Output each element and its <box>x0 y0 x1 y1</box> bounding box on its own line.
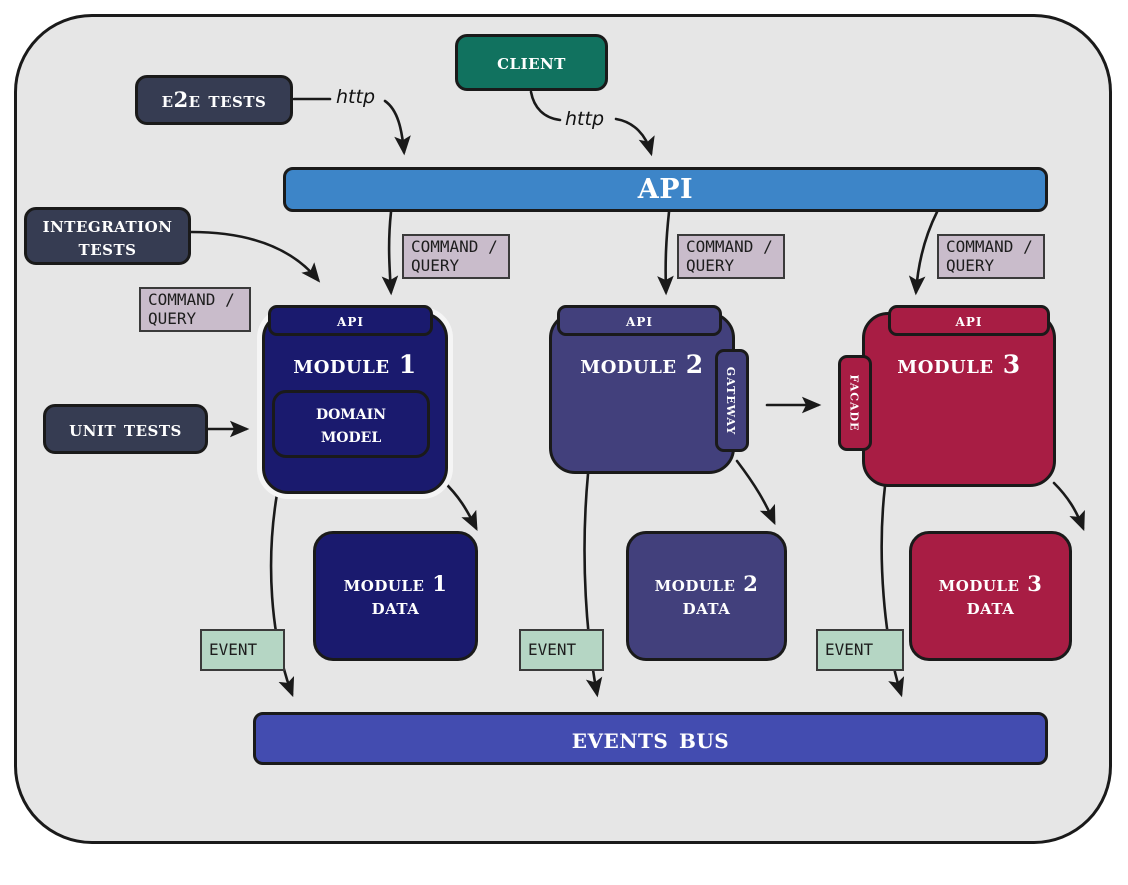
event-label: EVENT <box>825 639 874 659</box>
module-2-data-line1: Module 2 <box>654 571 759 597</box>
http-label-left: http <box>336 86 376 108</box>
unit-tests-label: Unit tests <box>69 415 182 441</box>
module-3[interactable]: Module 3 <box>862 312 1056 487</box>
command-query-line2: QUERY <box>148 308 197 328</box>
module-2-api[interactable]: API <box>557 305 722 336</box>
module-3-data-store[interactable]: Module 3 Data <box>909 531 1072 661</box>
event-label: EVENT <box>528 639 577 659</box>
event-label: EVENT <box>209 639 258 659</box>
event-tag-module1: EVENT <box>200 629 285 671</box>
e2e-tests-label: E2E Tests <box>161 86 267 112</box>
module-3-data-line1: Module 3 <box>938 571 1043 597</box>
command-query-line1: COMMAND / <box>946 236 1033 256</box>
command-query-line1: COMMAND / <box>411 236 498 256</box>
integration-tests-label: Integration tests <box>42 211 173 260</box>
unit-tests-box[interactable]: Unit tests <box>43 404 208 454</box>
module-2-gateway-port[interactable]: Gateway <box>715 349 749 452</box>
domain-model-line1: Domain <box>315 400 387 424</box>
api-bar-label: API <box>637 173 694 205</box>
command-query-line1: COMMAND / <box>148 289 235 309</box>
module-1-name: Module 1 <box>293 350 417 379</box>
events-bus-label: Events Bus <box>571 720 730 755</box>
event-tag-module3: EVENT <box>816 629 904 671</box>
gateway-label: Gateway <box>723 366 742 435</box>
command-query-line1: COMMAND / <box>686 236 773 256</box>
module-2[interactable]: Module 2 <box>549 312 735 474</box>
module-3-data-line2: Data <box>966 594 1015 619</box>
module-1-api-label: API <box>337 310 364 331</box>
command-query-tag-module2: COMMAND / QUERY <box>677 234 785 279</box>
event-tag-module2: EVENT <box>519 629 604 671</box>
command-query-line2: QUERY <box>946 255 995 275</box>
module-2-name: Module 2 <box>580 350 704 379</box>
integration-tests-box[interactable]: Integration tests <box>24 207 191 265</box>
module-1-api[interactable]: API <box>268 305 433 336</box>
module-2-data-line2: Data <box>682 594 731 619</box>
e2e-tests-box[interactable]: E2E Tests <box>135 75 293 125</box>
module-2-data-store[interactable]: Module 2 Data <box>626 531 787 661</box>
http-label-right: http <box>565 108 605 130</box>
command-query-line2: QUERY <box>411 255 460 275</box>
module-3-facade-port[interactable]: Facade <box>838 355 872 451</box>
module-2-api-label: API <box>626 310 653 331</box>
module-3-api[interactable]: API <box>888 305 1050 336</box>
module-1-data-line2: Data <box>371 594 420 619</box>
api-gateway-bar[interactable]: API <box>283 167 1048 212</box>
module-3-api-label: API <box>955 310 983 331</box>
domain-model-line2: Model <box>320 423 382 447</box>
module-3-name: Module 3 <box>897 350 1021 379</box>
module-1-data-store[interactable]: Module 1 Data <box>313 531 478 661</box>
command-query-line2: QUERY <box>686 255 735 275</box>
client-label: Client <box>497 49 566 75</box>
facade-label: Facade <box>846 374 865 432</box>
command-query-tag-module1: COMMAND / QUERY <box>402 234 510 279</box>
events-bus-bar[interactable]: Events Bus <box>253 712 1048 765</box>
client-box[interactable]: Client <box>455 34 608 91</box>
module-1-domain-model[interactable]: Domain Model <box>272 390 430 458</box>
command-query-tag-module3: COMMAND / QUERY <box>937 234 1045 279</box>
diagram-canvas: E2E Tests Integration tests Unit tests C… <box>0 0 1128 885</box>
module-1-data-line1: Module 1 <box>343 571 448 597</box>
command-query-tag-left: COMMAND / QUERY <box>139 287 251 332</box>
